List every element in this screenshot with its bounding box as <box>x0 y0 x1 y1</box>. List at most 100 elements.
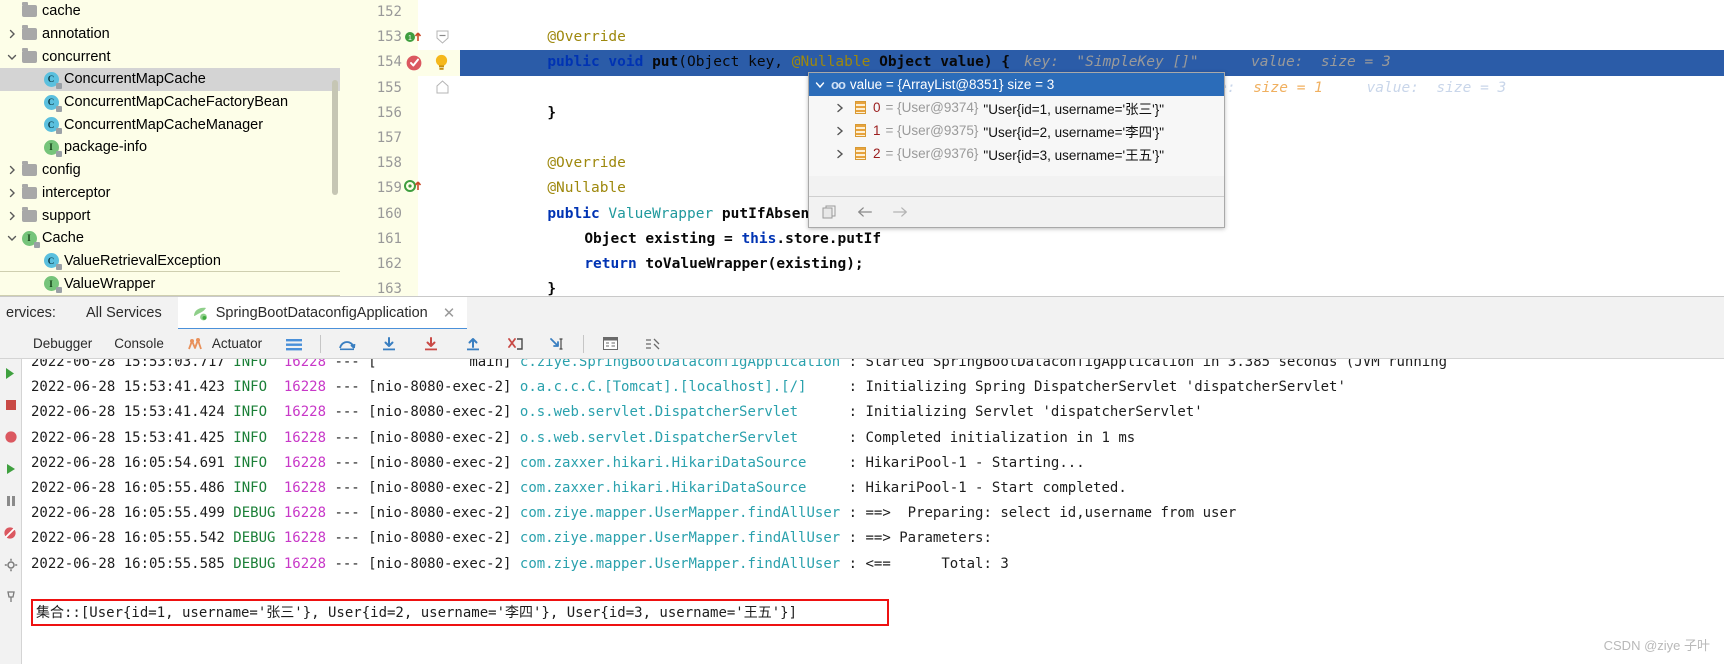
log-pid: 16228 <box>283 505 335 522</box>
debug-popup-header-row[interactable]: oo value = {ArrayList@8351} size = 3 <box>809 73 1224 96</box>
step-out-button[interactable] <box>452 329 494 359</box>
log-timestamp: 2022-06-28 16:05:54.691 <box>31 454 234 471</box>
debug-value-popup[interactable]: oo value = {ArrayList@8351} size = 3 0 =… <box>808 72 1225 228</box>
force-step-into-icon <box>421 334 441 354</box>
log-separator: --- <box>334 454 369 471</box>
debug-side-rail <box>0 359 22 664</box>
tree-item-concurrent[interactable]: concurrent <box>0 45 340 68</box>
log-level: INFO <box>233 479 284 496</box>
stop-icon[interactable] <box>3 397 19 413</box>
chevron-right-icon[interactable] <box>4 162 20 178</box>
class-icon: C <box>42 71 62 89</box>
log-message: : ==> Parameters: <box>848 530 992 547</box>
override-method-marker[interactable] <box>404 178 426 198</box>
tree-item-concurrentmapcache[interactable]: C ConcurrentMapCache <box>0 68 340 91</box>
console-log-line: 2022-06-28 15:53:41.424 INFO 16228 --- [… <box>22 400 1724 425</box>
drop-frame-button[interactable] <box>494 329 536 359</box>
log-thread: [nio-8080-exec-2] <box>368 555 520 572</box>
back-arrow-icon[interactable] <box>856 203 874 221</box>
fold-marker[interactable] <box>436 80 449 98</box>
folder-icon <box>20 183 38 201</box>
console-log-line: 2022-06-28 15:53:41.425 INFO 16228 --- [… <box>22 426 1724 451</box>
chevron-right-icon[interactable] <box>829 103 851 113</box>
breakpoint-icon[interactable] <box>3 429 19 445</box>
log-separator: --- <box>334 555 369 572</box>
tab-console[interactable]: Console <box>103 329 175 359</box>
tree-item-package-info[interactable]: Ipackage-info <box>0 136 340 159</box>
chevron-right-icon[interactable] <box>4 208 20 224</box>
class-icon: C <box>42 94 62 112</box>
log-timestamp: 2022-06-28 16:05:55.585 <box>31 555 234 572</box>
settings-gear-icon[interactable] <box>3 557 19 573</box>
code-line-153[interactable]: public void put(Object key, @Nullable Ob… <box>460 25 1724 70</box>
tree-item-cache[interactable]: I Cache <box>0 227 340 250</box>
mute-breakpoints-button[interactable] <box>631 329 673 359</box>
chevron-right-icon[interactable] <box>829 126 851 136</box>
override-method-marker[interactable]: 1 <box>404 29 426 49</box>
log-message: : Initializing Servlet 'dispatcherServle… <box>848 404 1203 421</box>
log-level: INFO <box>233 404 284 421</box>
layout-settings-button[interactable] <box>273 329 315 359</box>
all-services-item[interactable]: All Services <box>70 305 178 321</box>
code-line-162[interactable]: } <box>460 252 1724 296</box>
project-tree-panel[interactable]: cache annotation concurrent C ConcurrentMapC… <box>0 0 340 296</box>
service-tab-springboot[interactable]: SpringBootDataconfigApplication ✕ <box>177 296 468 330</box>
tree-item-label: config <box>42 162 81 179</box>
copy-icon[interactable] <box>821 203 839 221</box>
console-output[interactable]: 2022-06-28 15:53:03.717 INFO 16228 --- [… <box>22 359 1724 664</box>
console-log-line: 2022-06-28 16:05:54.691 INFO 16228 --- [… <box>22 451 1724 476</box>
tree-item-concurrentmapcachefactorybean[interactable]: C ConcurrentMapCacheFactoryBean <box>0 91 340 114</box>
breakpoint-hit-icon[interactable] <box>405 53 424 76</box>
chevron-right-icon[interactable] <box>829 149 851 159</box>
current-line-highlight-overflow <box>1670 50 1724 76</box>
tree-scrollbar[interactable] <box>332 80 338 195</box>
chevron-down-icon[interactable] <box>809 80 831 90</box>
debug-list-item[interactable]: 0 = {User@9374} "User{id=1, username='张三… <box>809 96 1224 119</box>
evaluate-expression-button[interactable] <box>589 329 631 359</box>
log-logger: o.a.c.c.C.[Tomcat].[localhost].[/] <box>519 379 849 396</box>
step-over-button[interactable] <box>326 329 368 359</box>
fold-marker[interactable] <box>436 30 449 48</box>
run-to-cursor-button[interactable] <box>536 329 578 359</box>
pin-icon[interactable] <box>3 589 19 605</box>
rerun-icon[interactable] <box>3 365 19 381</box>
tree-item-concurrentmapcachemanager[interactable]: C ConcurrentMapCacheManager <box>0 113 340 136</box>
close-icon[interactable]: ✕ <box>443 304 456 322</box>
line-number: 162 <box>376 255 402 272</box>
tree-item-interceptor[interactable]: interceptor <box>0 182 340 205</box>
mute-breakpoints-rail-icon[interactable] <box>3 525 19 541</box>
tree-item-cache[interactable]: cache <box>0 0 340 23</box>
tab-debugger[interactable]: Debugger <box>22 329 103 359</box>
debug-list-item[interactable]: 1 = {User@9375} "User{id=2, username='李四… <box>809 119 1224 142</box>
step-into-button[interactable] <box>368 329 410 359</box>
debug-popup-body[interactable]: 0 = {User@9374} "User{id=1, username='张三… <box>809 96 1224 176</box>
debug-list-item[interactable]: 2 = {User@9376} "User{id=3, username='王五… <box>809 142 1224 165</box>
log-separator: --- <box>334 404 369 421</box>
log-logger: com.zaxxer.hikari.HikariDataSource <box>519 479 849 496</box>
tree-item-config[interactable]: config <box>0 159 340 182</box>
debug-item-value: "User{id=1, username='张三'}" <box>983 101 1164 117</box>
tree-item-annotation[interactable]: annotation <box>0 23 340 46</box>
chevron-down-icon[interactable] <box>4 49 20 65</box>
chevron-placeholder <box>26 276 42 292</box>
list-icon <box>855 147 866 160</box>
force-step-into-button[interactable] <box>410 329 452 359</box>
tree-item-valuewrapper[interactable]: I ValueWrapper <box>0 271 340 296</box>
chevron-right-icon[interactable] <box>4 26 20 42</box>
tab-actuator[interactable]: Actuator <box>175 329 273 359</box>
debug-item-ref: = {User@9376} <box>885 146 979 161</box>
tree-item-label: concurrent <box>42 48 111 65</box>
resume-program-icon[interactable] <box>3 461 19 477</box>
chevron-down-icon[interactable] <box>4 230 20 246</box>
forward-arrow-icon[interactable] <box>891 203 909 221</box>
chevron-right-icon[interactable] <box>4 185 20 201</box>
code-token: } <box>547 281 557 296</box>
code-line-152[interactable]: @Override <box>460 0 1724 45</box>
intention-bulb-icon[interactable] <box>434 54 448 71</box>
code-line-161[interactable]: return toValueWrapper(existing); <box>460 227 1724 272</box>
line-number: 161 <box>376 230 402 247</box>
tree-item-valueretrievalexception[interactable]: C ValueRetrievalException <box>0 250 340 273</box>
tree-item-support[interactable]: support <box>0 204 340 227</box>
pause-program-icon[interactable] <box>3 493 19 509</box>
debug-item-index: 0 <box>873 100 881 115</box>
